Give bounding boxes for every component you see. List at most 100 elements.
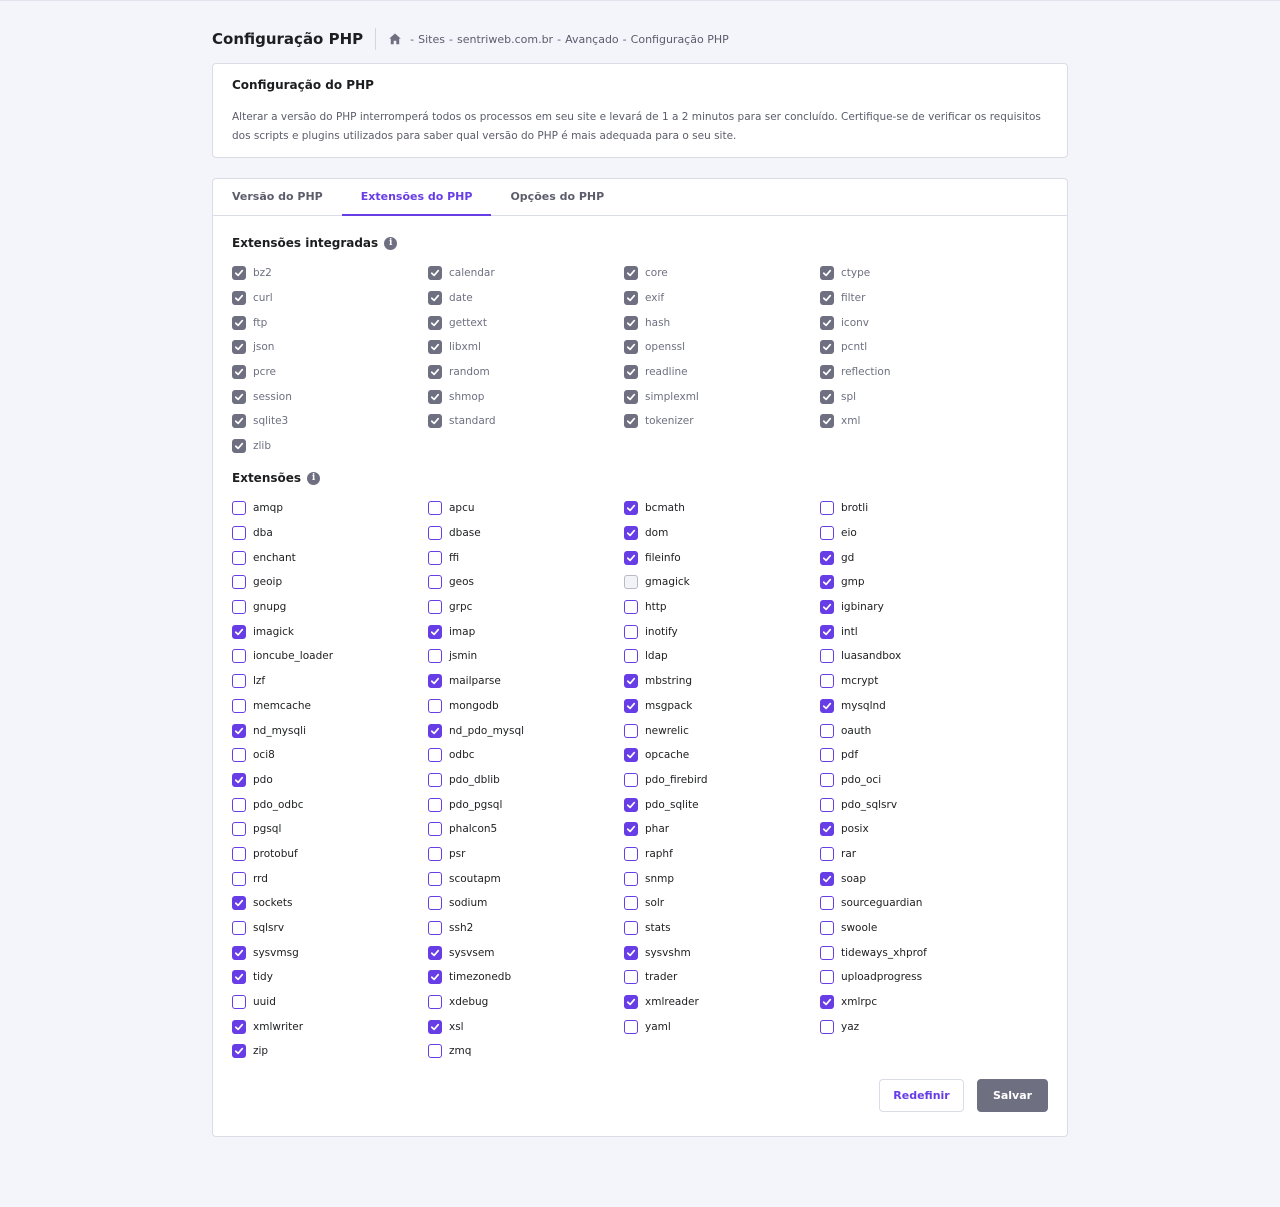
extension-item[interactable]: ssh2 (428, 916, 624, 941)
extension-item[interactable]: soap (820, 866, 1016, 891)
extension-item[interactable]: intl (820, 619, 1016, 644)
extension-item[interactable]: uploadprogress (820, 965, 1016, 990)
extension-checkbox[interactable] (624, 995, 638, 1010)
extension-checkbox[interactable] (428, 995, 442, 1010)
extension-checkbox[interactable] (820, 723, 834, 738)
extension-checkbox[interactable] (624, 624, 638, 639)
extension-item[interactable]: luasandbox (820, 644, 1016, 669)
extension-item[interactable]: dba (232, 521, 428, 546)
home-icon[interactable] (388, 32, 402, 46)
extension-item[interactable]: xmlwriter (232, 1014, 428, 1039)
extension-checkbox[interactable] (428, 921, 442, 936)
extension-item[interactable]: sysvmsg (232, 940, 428, 965)
extension-checkbox[interactable] (232, 723, 246, 738)
extension-checkbox[interactable] (624, 1019, 638, 1034)
extension-checkbox[interactable] (232, 797, 246, 812)
extension-item[interactable]: amqp (232, 496, 428, 521)
extension-item[interactable]: geoip (232, 570, 428, 595)
extension-item[interactable]: bcmath (624, 496, 820, 521)
extension-checkbox[interactable] (232, 871, 246, 886)
extension-checkbox[interactable] (624, 822, 638, 837)
extension-checkbox[interactable] (820, 600, 834, 615)
extension-checkbox[interactable] (232, 822, 246, 837)
extension-checkbox[interactable] (428, 772, 442, 787)
extension-checkbox[interactable] (624, 501, 638, 516)
extension-item[interactable]: geos (428, 570, 624, 595)
extension-item[interactable]: rar (820, 842, 1016, 867)
extension-item[interactable]: pdo_odbc (232, 792, 428, 817)
extension-checkbox[interactable] (428, 674, 442, 689)
extension-item[interactable]: xmlrpc (820, 990, 1016, 1015)
extension-checkbox[interactable] (820, 871, 834, 886)
extension-item[interactable]: mcrypt (820, 669, 1016, 694)
extension-checkbox[interactable] (232, 1019, 246, 1034)
extension-item[interactable]: swoole (820, 916, 1016, 941)
extension-item[interactable]: apcu (428, 496, 624, 521)
extension-item[interactable]: pdo_firebird (624, 768, 820, 793)
extension-checkbox[interactable] (820, 501, 834, 516)
extension-item[interactable]: rrd (232, 866, 428, 891)
extension-checkbox[interactable] (820, 575, 834, 590)
extension-checkbox[interactable] (820, 624, 834, 639)
extension-checkbox[interactable] (428, 649, 442, 664)
extension-checkbox[interactable] (232, 945, 246, 960)
extension-item[interactable]: yaz (820, 1014, 1016, 1039)
extension-item[interactable]: dom (624, 521, 820, 546)
extension-checkbox[interactable] (820, 945, 834, 960)
extension-checkbox[interactable] (624, 921, 638, 936)
extension-checkbox[interactable] (428, 1044, 442, 1059)
extension-checkbox[interactable] (624, 970, 638, 985)
extension-item[interactable]: imap (428, 619, 624, 644)
extension-checkbox[interactable] (820, 674, 834, 689)
extension-item[interactable]: xmlreader (624, 990, 820, 1015)
extension-item[interactable]: protobuf (232, 842, 428, 867)
extension-checkbox[interactable] (428, 748, 442, 763)
extension-item[interactable]: sysvsem (428, 940, 624, 965)
extension-checkbox[interactable] (232, 526, 246, 541)
extension-item[interactable]: sockets (232, 891, 428, 916)
extension-checkbox[interactable] (232, 748, 246, 763)
extension-checkbox[interactable] (820, 921, 834, 936)
extension-item[interactable]: pdo_pgsql (428, 792, 624, 817)
extension-checkbox[interactable] (624, 748, 638, 763)
extension-item[interactable]: pdo_oci (820, 768, 1016, 793)
extension-checkbox[interactable] (232, 772, 246, 787)
extension-checkbox[interactable] (624, 723, 638, 738)
extension-checkbox[interactable] (624, 797, 638, 812)
extension-item[interactable]: odbc (428, 743, 624, 768)
extension-item[interactable]: mysqlnd (820, 694, 1016, 719)
extension-item[interactable]: ioncube_loader (232, 644, 428, 669)
extension-checkbox[interactable] (232, 921, 246, 936)
tab-php-version[interactable]: Versão do PHP (213, 179, 342, 216)
extension-checkbox[interactable] (428, 822, 442, 837)
extension-checkbox[interactable] (428, 896, 442, 911)
tab-php-extensions[interactable]: Extensões do PHP (341, 179, 492, 216)
extension-checkbox[interactable] (232, 896, 246, 911)
extension-item[interactable]: zmq (428, 1039, 624, 1064)
extension-item[interactable]: pdo_dblib (428, 768, 624, 793)
extension-item[interactable]: gmagick (624, 570, 820, 595)
extension-checkbox[interactable] (232, 624, 246, 639)
extension-checkbox[interactable] (232, 575, 246, 590)
extension-checkbox[interactable] (624, 649, 638, 664)
extension-checkbox[interactable] (428, 600, 442, 615)
extension-item[interactable]: ffi (428, 545, 624, 570)
extension-checkbox[interactable] (624, 896, 638, 911)
extension-checkbox[interactable] (428, 723, 442, 738)
extension-item[interactable]: eio (820, 521, 1016, 546)
save-button[interactable]: Salvar (977, 1079, 1048, 1112)
extension-item[interactable]: yaml (624, 1014, 820, 1039)
extension-item[interactable]: xdebug (428, 990, 624, 1015)
extension-checkbox[interactable] (428, 624, 442, 639)
extension-item[interactable]: http (624, 595, 820, 620)
breadcrumb-sites[interactable]: Sites (418, 33, 445, 46)
extension-checkbox[interactable] (428, 945, 442, 960)
extension-checkbox[interactable] (232, 550, 246, 565)
extension-checkbox[interactable] (428, 575, 442, 590)
extension-checkbox[interactable] (428, 501, 442, 516)
extension-checkbox[interactable] (428, 698, 442, 713)
extension-checkbox[interactable] (820, 772, 834, 787)
extension-item[interactable]: gd (820, 545, 1016, 570)
extension-checkbox[interactable] (232, 1044, 246, 1059)
extension-item[interactable]: pdo_sqlite (624, 792, 820, 817)
